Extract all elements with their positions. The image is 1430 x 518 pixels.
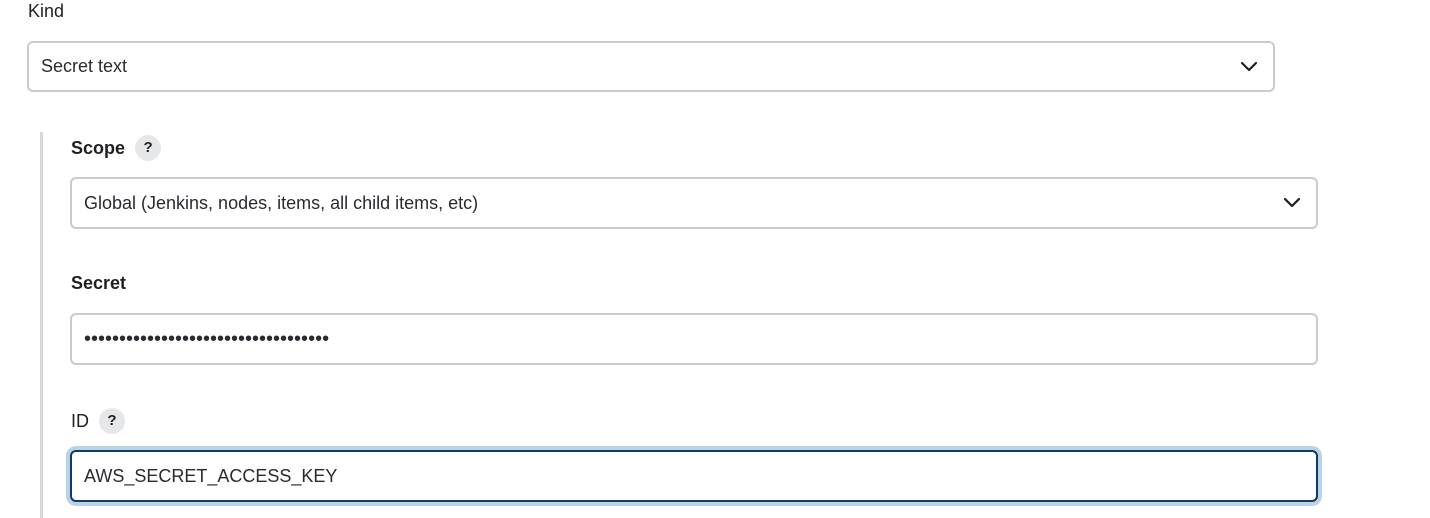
id-input[interactable]: AWS_SECRET_ACCESS_KEY <box>70 450 1318 502</box>
help-icon[interactable]: ? <box>135 135 162 161</box>
help-icon[interactable]: ? <box>99 408 125 434</box>
kind-select[interactable]: Secret text <box>27 41 1275 92</box>
nested-section-rule <box>40 132 43 518</box>
credentials-form: Kind Secret text Scope ? Global (Jenkins… <box>0 0 1430 518</box>
id-label-row: ID ? <box>71 408 125 434</box>
scope-label: Scope <box>71 138 126 158</box>
chevron-down-icon <box>1241 61 1257 71</box>
chevron-down-icon <box>1284 198 1300 208</box>
id-label: ID <box>71 411 89 431</box>
id-input-value: AWS_SECRET_ACCESS_KEY <box>84 465 338 486</box>
scope-label-row: Scope ? <box>71 135 162 161</box>
scope-select-value: Global (Jenkins, nodes, items, all child… <box>84 192 479 213</box>
scope-select[interactable]: Global (Jenkins, nodes, items, all child… <box>70 177 1318 229</box>
secret-input[interactable]: ••••••••••••••••••••••••••••••••••• <box>70 313 1318 365</box>
secret-label: Secret <box>71 273 127 293</box>
secret-input-value: ••••••••••••••••••••••••••••••••••• <box>84 327 330 350</box>
kind-select-value: Secret text <box>41 56 128 76</box>
kind-label: Kind <box>28 1 65 21</box>
